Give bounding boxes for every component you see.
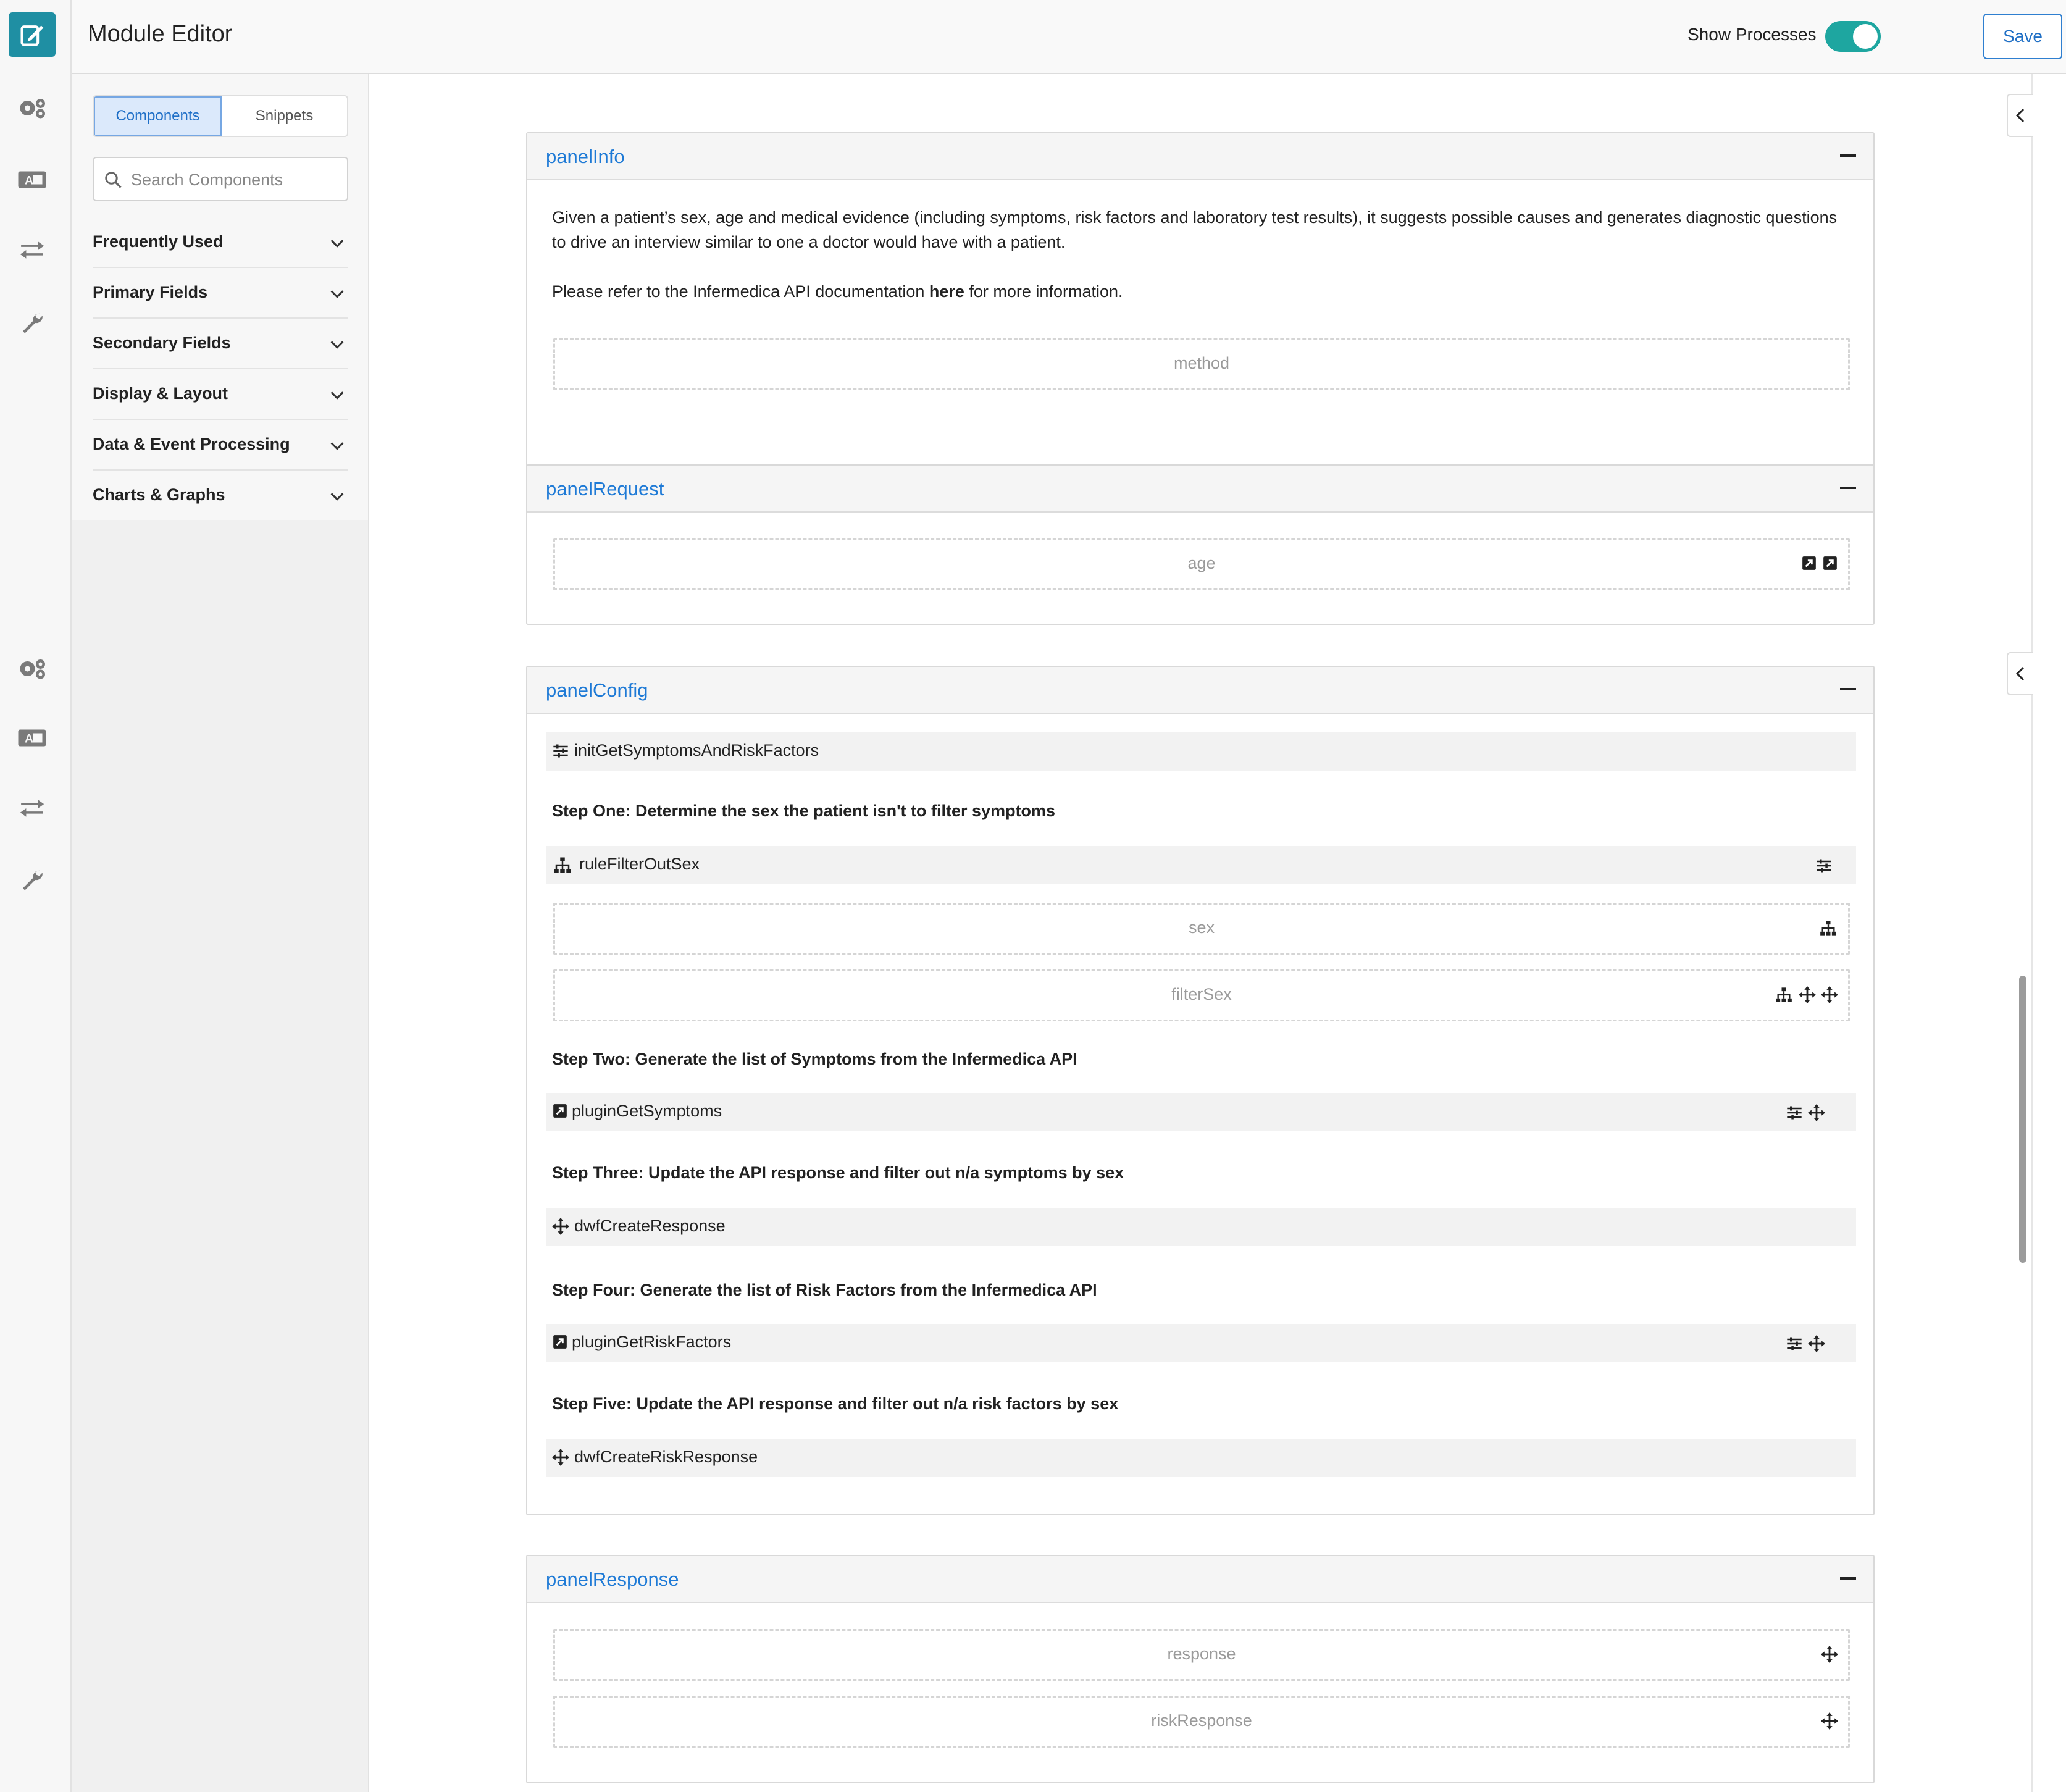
step-four-text: Step Four: Generate the list of Risk Fac… <box>552 1281 1097 1299</box>
panel-title[interactable]: panelResponse <box>546 1568 679 1591</box>
sidebar-tabs: Components Snippets <box>93 95 348 137</box>
tab-components[interactable]: Components <box>94 96 222 136</box>
plugin-icon <box>552 1334 568 1350</box>
move-icon <box>1821 1712 1838 1730</box>
sliders-icon <box>1815 857 1833 874</box>
search-input[interactable]: Search Components <box>93 157 348 201</box>
panel-response[interactable]: panelResponse response riskResponse <box>526 1555 1875 1783</box>
transfer-arrows-icon[interactable] <box>14 235 51 266</box>
field-risk-response[interactable]: riskResponse <box>553 1696 1850 1748</box>
panel-request[interactable]: panelRequest age <box>526 464 1875 625</box>
gears-icon[interactable] <box>14 653 51 684</box>
tab-snippets[interactable]: Snippets <box>222 96 347 136</box>
step-five-text: Step Five: Update the API response and f… <box>552 1394 1119 1413</box>
save-button[interactable]: Save <box>1983 14 2062 59</box>
category-primary-fields[interactable]: Primary Fields <box>93 268 348 319</box>
step-two-text: Step Two: Generate the list of Symptoms … <box>552 1050 1077 1068</box>
search-placeholder: Search Components <box>131 170 283 189</box>
chevron-down-icon <box>328 235 346 252</box>
scrollbar[interactable] <box>2019 976 2026 1263</box>
app-title: Module Editor <box>88 21 233 47</box>
search-icon <box>105 172 122 188</box>
toggle-knob <box>1853 24 1878 49</box>
process-init[interactable]: initGetSymptomsAndRiskFactors <box>546 732 1856 771</box>
show-processes-toggle[interactable] <box>1825 21 1881 52</box>
text-box-icon[interactable] <box>14 722 51 753</box>
plugin-icon <box>1801 555 1817 571</box>
panel-header: panelRequest <box>527 466 1873 513</box>
process-plugin-symptoms[interactable]: pluginGetSymptoms <box>546 1093 1856 1131</box>
wrench-icon[interactable] <box>14 865 51 895</box>
category-display-layout[interactable]: Display & Layout <box>93 369 348 420</box>
top-bar: Module Editor Show Processes Save <box>72 0 2066 74</box>
process-plugin-risk-factors[interactable]: pluginGetRiskFactors <box>546 1324 1856 1362</box>
tree-icon <box>1818 919 1838 937</box>
icon-rail <box>0 0 72 1792</box>
expand-drawer-button[interactable] <box>2007 652 2033 695</box>
chevron-left-icon <box>2015 666 2025 681</box>
panel-title[interactable]: panelRequest <box>546 478 664 500</box>
move-icon <box>552 1449 569 1466</box>
gears-icon[interactable] <box>14 93 51 124</box>
text-box-icon[interactable] <box>14 164 51 195</box>
chevron-down-icon <box>328 437 346 454</box>
panel-title[interactable]: panelInfo <box>546 146 625 168</box>
tree-icon <box>1774 986 1794 1003</box>
panel-description: Given a patient’s sex, age and medical e… <box>552 208 1838 251</box>
module-canvas: panelInfo Given a patient’s sex, age and… <box>369 74 2035 1792</box>
category-data-event-processing[interactable]: Data & Event Processing <box>93 420 348 471</box>
move-icon <box>1808 1335 1825 1352</box>
chevron-left-icon <box>2015 108 2025 123</box>
process-rule[interactable]: ruleFilterOutSex <box>546 846 1856 884</box>
component-sidebar: Components Snippets Search Components Fr… <box>72 74 369 1792</box>
field-age[interactable]: age <box>553 538 1850 590</box>
panel-title[interactable]: panelConfig <box>546 679 648 701</box>
field-filter-sex[interactable]: filterSex <box>553 969 1850 1021</box>
plugin-icon <box>552 1103 568 1119</box>
plugin-icon <box>1822 555 1838 571</box>
collapse-icon[interactable] <box>1840 1577 1856 1580</box>
move-icon <box>1799 986 1816 1003</box>
sliders-icon <box>1786 1104 1803 1121</box>
panel-config[interactable]: panelConfig initGetSymptomsAndRiskFactor… <box>526 666 1875 1515</box>
category-frequently-used[interactable]: Frequently Used <box>93 217 348 268</box>
right-drawer-strip <box>2031 74 2066 1792</box>
step-one-text: Step One: Determine the sex the patient … <box>552 802 1056 820</box>
move-icon <box>1821 986 1838 1003</box>
chevron-down-icon <box>328 488 346 505</box>
collapse-icon[interactable] <box>1840 154 1856 157</box>
panel-reference: Please refer to the Infermedica API docu… <box>552 282 1123 301</box>
sliders-icon <box>1786 1335 1803 1352</box>
process-dwf-risk-response[interactable]: dwfCreateRiskResponse <box>546 1439 1856 1477</box>
sliders-icon <box>552 742 569 760</box>
panel-header: panelResponse <box>527 1556 1873 1603</box>
move-icon <box>1821 1646 1838 1663</box>
expand-drawer-button[interactable] <box>2007 94 2033 137</box>
chevron-down-icon <box>328 336 346 353</box>
field-method[interactable]: method <box>553 338 1850 390</box>
panel-info[interactable]: panelInfo Given a patient’s sex, age and… <box>526 132 1875 499</box>
process-dwf-response[interactable]: dwfCreateResponse <box>546 1208 1856 1246</box>
here-link[interactable]: here <box>929 282 964 301</box>
wrench-icon[interactable] <box>14 308 51 338</box>
show-processes-label: Show Processes <box>1688 25 1817 44</box>
step-three-text: Step Three: Update the API response and … <box>552 1163 1124 1182</box>
collapse-icon[interactable] <box>1840 688 1856 690</box>
chevron-down-icon <box>328 285 346 303</box>
collapse-icon[interactable] <box>1840 487 1856 489</box>
move-icon <box>552 1218 569 1235</box>
field-response[interactable]: response <box>553 1629 1850 1681</box>
edit-icon[interactable] <box>9 12 56 57</box>
panel-header: panelInfo <box>527 133 1873 180</box>
transfer-arrows-icon[interactable] <box>14 793 51 824</box>
field-sex[interactable]: sex <box>553 903 1850 955</box>
panel-header: panelConfig <box>527 667 1873 714</box>
chevron-down-icon <box>328 387 346 404</box>
category-secondary-fields[interactable]: Secondary Fields <box>93 319 348 369</box>
category-charts-graphs[interactable]: Charts & Graphs <box>93 471 348 521</box>
move-icon <box>1808 1104 1825 1121</box>
tree-icon <box>552 856 573 874</box>
